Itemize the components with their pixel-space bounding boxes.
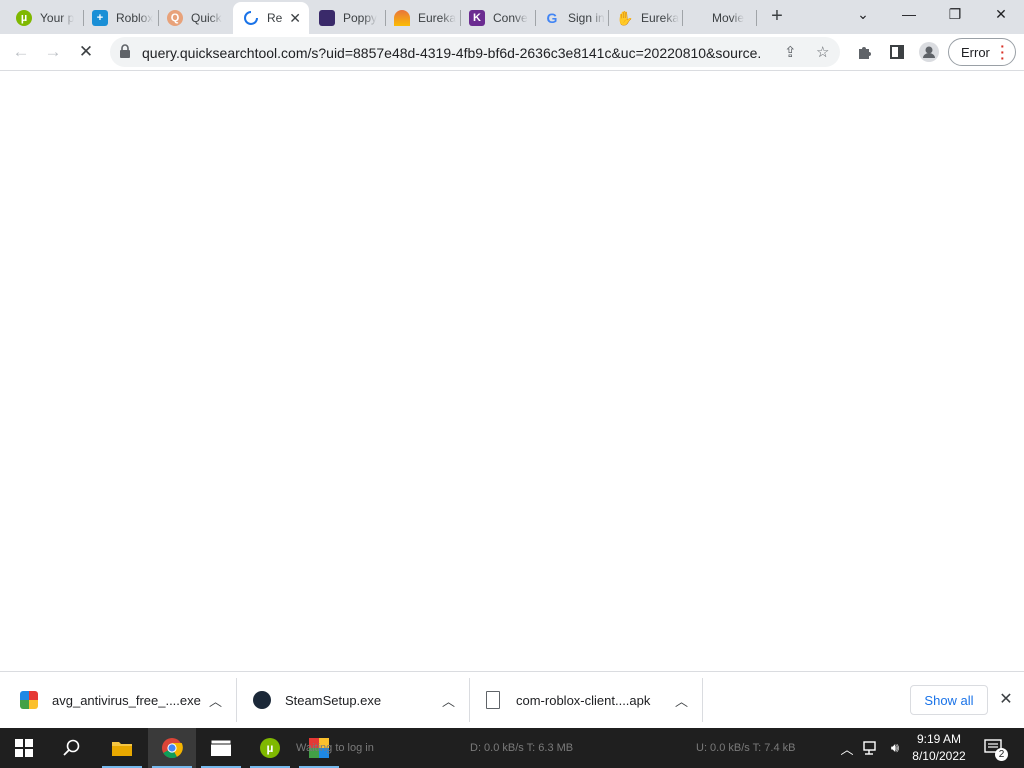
chrome-icon[interactable]	[148, 728, 196, 768]
taskbar: µ Waiting to log in D: 0.0 kB/s T: 6.3 M…	[0, 728, 1024, 768]
extensions-puzzle-icon[interactable]	[852, 39, 878, 65]
bookmark-star-icon[interactable]: ☆	[816, 43, 829, 61]
tab-title: Eureka	[641, 11, 680, 25]
windows-start-icon[interactable]	[0, 728, 48, 768]
tab-title: Roblox	[116, 11, 154, 25]
avg-icon	[20, 691, 38, 709]
taskbar-upload-text: U: 0.0 kB/s T: 7.4 kB	[696, 742, 796, 754]
volume-icon[interactable]: 🔊︎	[884, 728, 906, 768]
close-shelf-icon[interactable]: ✕	[996, 689, 1016, 709]
profile-avatar-icon[interactable]	[916, 39, 942, 65]
address-bar[interactable]: query.quicksearchtool.com/s?uid=8857e48d…	[110, 37, 840, 67]
download-item-apk[interactable]: com-roblox-client....apk ︿	[486, 678, 688, 722]
clock-time: 9:19 AM	[916, 732, 962, 746]
tab-title: Conve	[493, 11, 528, 25]
stop-loading-icon[interactable]: ✕	[73, 39, 99, 65]
tab-2[interactable]: + Roblox	[82, 4, 158, 32]
tab-search-icon[interactable]: ⌄	[840, 0, 886, 30]
tab-8[interactable]: G Sign in	[534, 4, 610, 32]
utorrent-icon[interactable]: µ	[246, 728, 294, 768]
google-favicon: G	[546, 10, 558, 26]
taskbar-status-text: Waiting to log in	[296, 742, 374, 754]
tab-title: Quick	[191, 11, 222, 25]
tab-3[interactable]: Q Quick	[157, 4, 233, 32]
file-explorer-icon[interactable]	[98, 728, 146, 768]
browser-toolbar: ← → ✕ query.quicksearchtool.com/s?uid=88…	[0, 34, 1024, 71]
lock-icon[interactable]	[119, 44, 131, 63]
url-text[interactable]: query.quicksearchtool.com/s?uid=8857e48d…	[142, 45, 762, 61]
tab-title: Movie	[712, 11, 745, 25]
search-icon[interactable]	[48, 728, 96, 768]
loading-spinner-icon	[243, 10, 259, 26]
network-icon[interactable]	[860, 728, 882, 768]
tab-strip: µ Your p + Roblox Q Quick Re ✕ Poppy Eur…	[0, 0, 1024, 34]
eureka-favicon	[394, 10, 410, 26]
restore-icon[interactable]: ❐	[932, 0, 978, 30]
tab-9[interactable]: ✋ Eureka	[607, 4, 683, 32]
chevron-up-icon[interactable]: ︿	[442, 691, 455, 710]
download-shelf: avg_antivirus_free_....exe ︿ SteamSetup.…	[0, 671, 1024, 728]
tab-6[interactable]: Eureka	[384, 4, 460, 32]
side-panel-icon[interactable]	[884, 39, 910, 65]
svg-text:µ: µ	[267, 741, 274, 755]
convert-favicon: K	[469, 10, 485, 26]
forward-icon[interactable]: →	[40, 39, 66, 65]
search-favicon: Q	[167, 10, 183, 26]
plus-favicon: +	[92, 10, 108, 26]
tab-title: Poppy	[343, 11, 378, 25]
notification-center-icon[interactable]: 2	[980, 728, 1008, 768]
eureka-hand-favicon: ✋	[616, 9, 634, 26]
tab-5[interactable]: Poppy	[309, 4, 385, 32]
chevron-up-icon[interactable]: ︿	[675, 691, 688, 710]
poppy-favicon	[319, 10, 335, 26]
tab-1[interactable]: µ Your p	[6, 4, 82, 32]
back-icon[interactable]: ←	[8, 39, 34, 65]
share-icon[interactable]: ⇪	[784, 43, 797, 61]
download-filename: avg_antivirus_free_....exe	[52, 692, 201, 708]
tab-title: Sign in	[568, 11, 605, 25]
tab-title: Your p	[40, 11, 75, 25]
steam-icon	[253, 691, 271, 709]
close-tab-icon[interactable]: ✕	[289, 10, 301, 27]
minimize-icon[interactable]: —	[886, 0, 932, 30]
tab-title: Eureka	[418, 11, 457, 25]
video-editor-icon[interactable]	[197, 728, 245, 768]
system-clock[interactable]: 9:19 AM 8/10/2022	[904, 731, 974, 765]
notification-count-badge: 2	[995, 748, 1008, 761]
tab-active[interactable]: Re ✕	[233, 2, 309, 34]
download-filename: SteamSetup.exe	[285, 692, 382, 708]
file-icon	[486, 691, 500, 709]
profile-error-button[interactable]: Error · · ·	[948, 38, 1016, 66]
show-all-button[interactable]: Show all	[910, 685, 988, 715]
new-tab-button[interactable]: +	[764, 5, 790, 29]
kebab-menu-icon[interactable]: · · ·	[1000, 39, 1005, 65]
clock-date: 8/10/2022	[912, 749, 966, 763]
download-item-avg[interactable]: avg_antivirus_free_....exe ︿	[20, 678, 222, 722]
download-filename: com-roblox-client....apk	[516, 692, 651, 708]
tab-10[interactable]: Movie	[684, 4, 760, 32]
error-label: Error	[961, 44, 990, 60]
close-window-icon[interactable]: ✕	[978, 0, 1024, 30]
utorrent-favicon: µ	[16, 10, 32, 26]
page-content	[0, 71, 1024, 671]
tray-chevron-up-icon[interactable]: ︿	[836, 728, 858, 768]
taskbar-download-text: D: 0.0 kB/s T: 6.3 MB	[470, 742, 574, 754]
tab-7[interactable]: K Conve	[459, 4, 535, 32]
download-item-steam[interactable]: SteamSetup.exe ︿	[253, 678, 455, 722]
chevron-up-icon[interactable]: ︿	[209, 691, 222, 710]
